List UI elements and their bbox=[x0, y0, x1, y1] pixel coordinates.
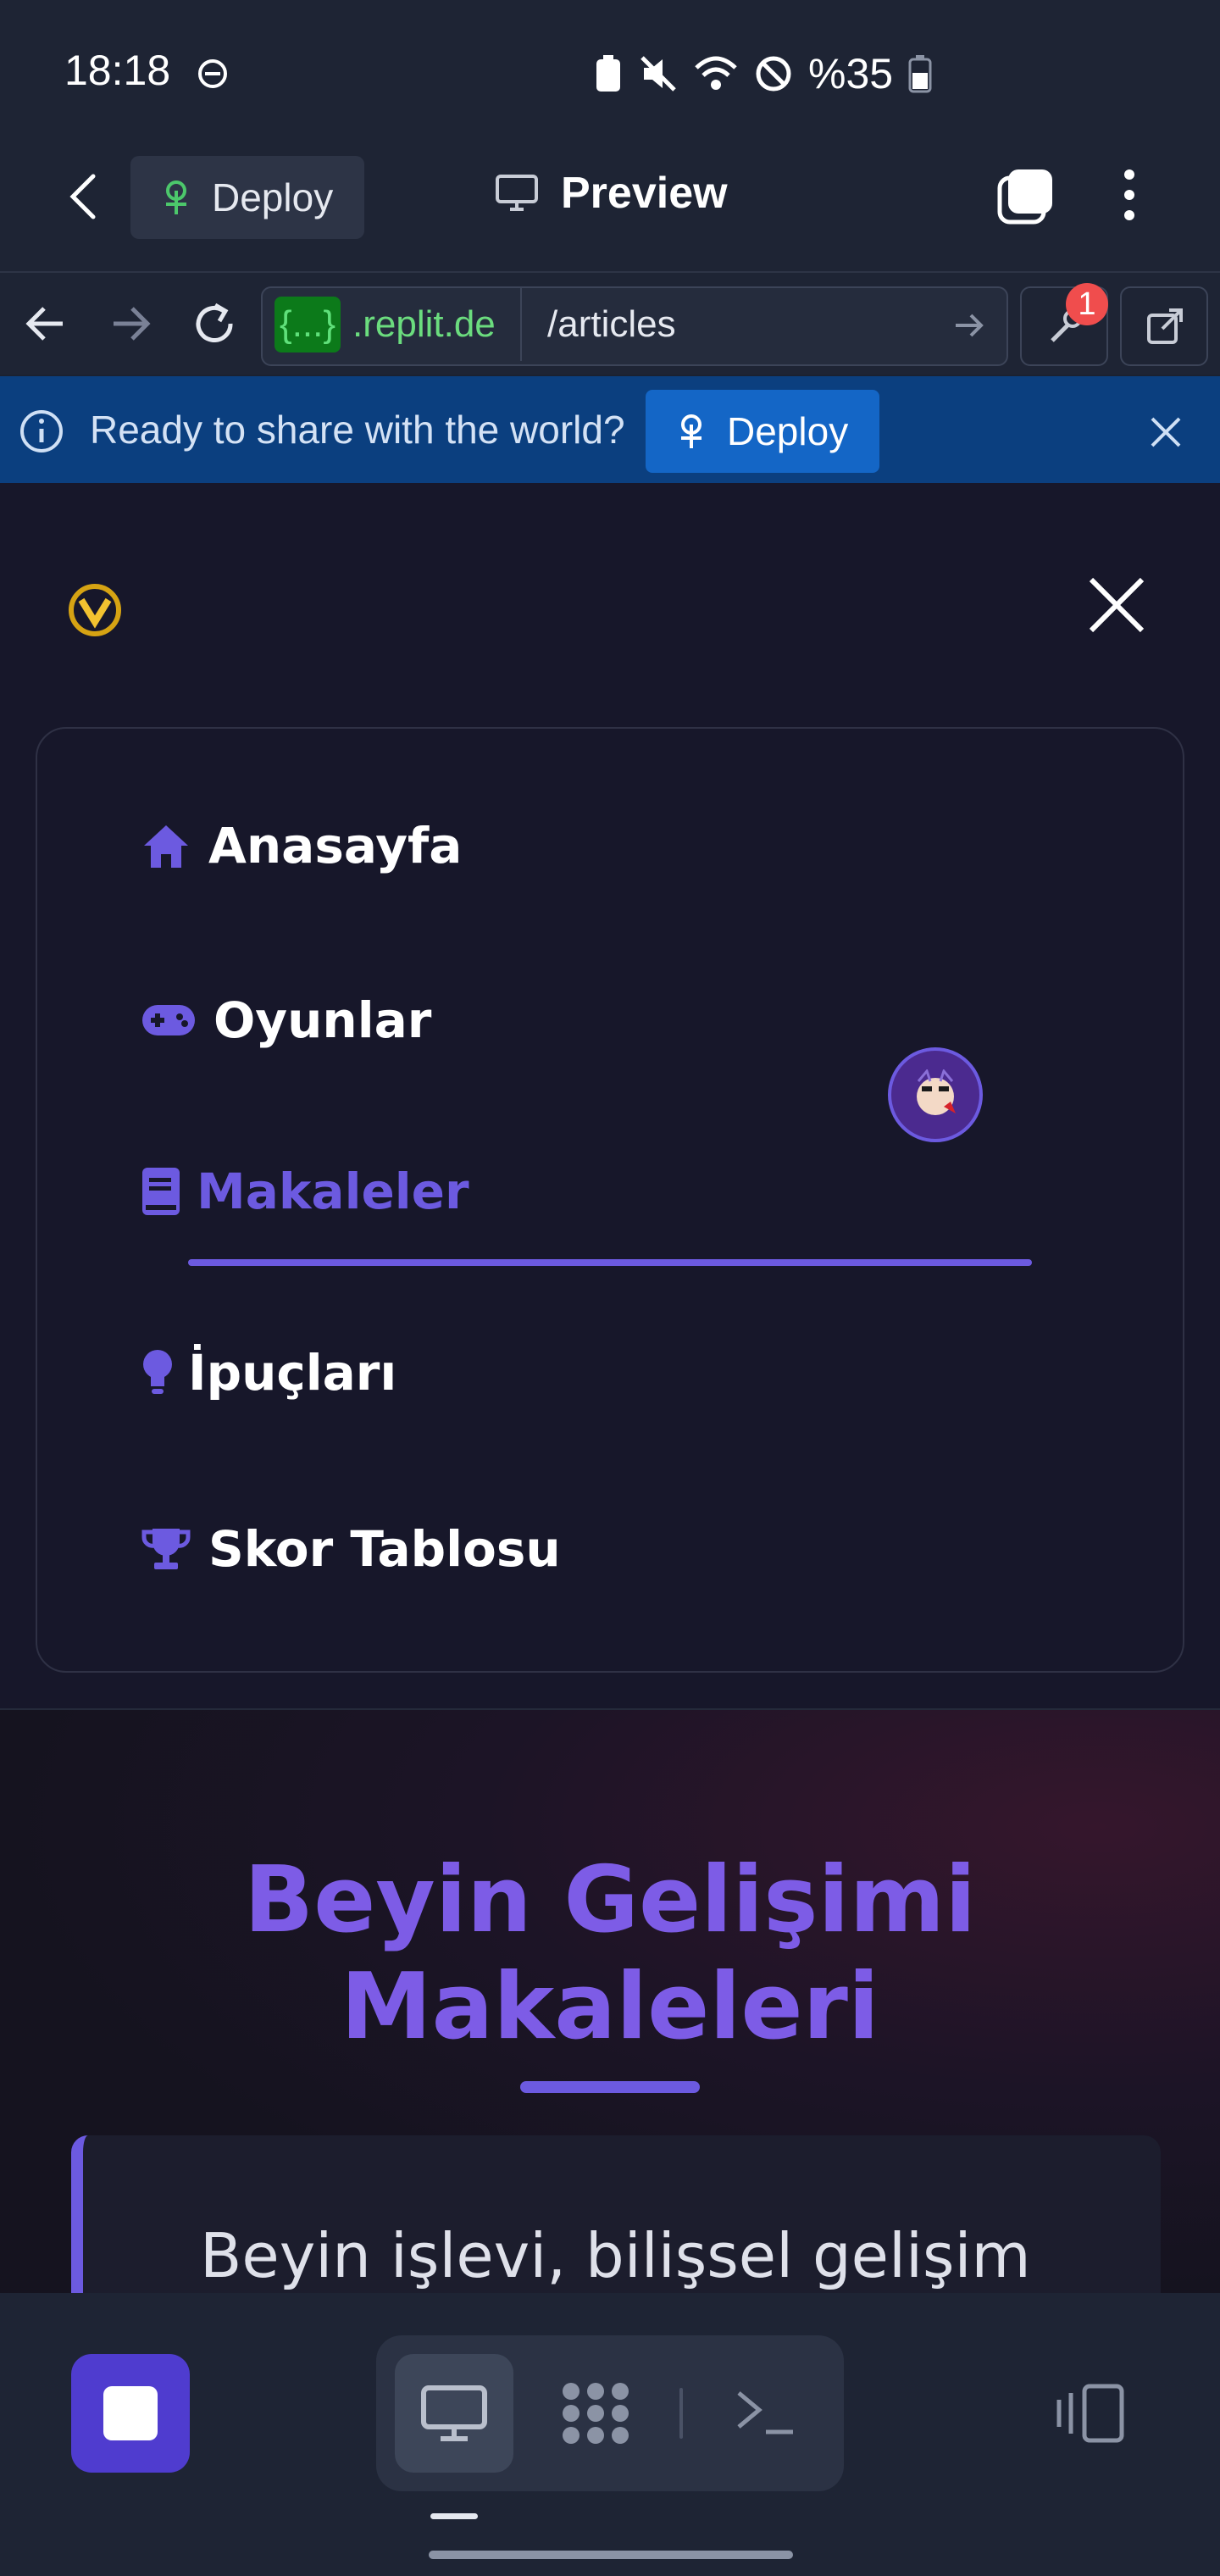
url-host: .replit.de bbox=[352, 303, 496, 345]
book-icon bbox=[142, 1168, 180, 1215]
banner-deploy-button[interactable]: Deploy bbox=[646, 390, 879, 473]
stop-button[interactable] bbox=[71, 2354, 190, 2473]
no-sync-icon bbox=[756, 56, 791, 92]
close-banner-icon[interactable] bbox=[1149, 415, 1183, 449]
trophy-icon bbox=[141, 1529, 191, 1569]
title-underline bbox=[520, 2081, 700, 2093]
nav-item-label: Makaleler bbox=[197, 1163, 469, 1220]
deploy-chip-button[interactable]: Deploy bbox=[130, 156, 364, 239]
lightbulb-icon bbox=[143, 1350, 172, 1394]
nav-item-label: Oyunlar bbox=[214, 991, 432, 1049]
nav-item-label: İpuçları bbox=[188, 1344, 397, 1402]
switcher-divider bbox=[679, 2388, 683, 2439]
status-bar: 18:18 %35 bbox=[0, 0, 1220, 136]
active-underline bbox=[188, 1259, 1032, 1266]
page-title-line-1: Beyin Gelişimi bbox=[243, 1847, 977, 1953]
nav-item-makaleler[interactable]: Makaleler bbox=[141, 1163, 469, 1220]
home-icon bbox=[144, 825, 188, 868]
page-indicator bbox=[430, 2513, 478, 2519]
battery-saver-icon bbox=[596, 55, 620, 92]
gamepad-icon bbox=[142, 1005, 195, 1035]
external-link-icon bbox=[1147, 308, 1183, 344]
deploy-chip-label: Deploy bbox=[212, 175, 334, 219]
go-arrow-icon[interactable] bbox=[952, 310, 986, 341]
deploy-icon bbox=[166, 180, 186, 214]
url-path: /articles bbox=[547, 303, 676, 345]
nav-item-label: Anasayfa bbox=[208, 817, 463, 874]
status-icons: %35 bbox=[593, 49, 932, 98]
browser-back-icon[interactable] bbox=[25, 305, 66, 342]
battery-percent: %35 bbox=[808, 50, 894, 97]
mute-icon bbox=[640, 56, 676, 92]
site-logo[interactable] bbox=[68, 583, 122, 637]
nav-item-skor-tablosu[interactable]: Skor Tablosu bbox=[141, 1520, 561, 1578]
dnd-icon bbox=[198, 59, 227, 88]
monitor-icon bbox=[421, 2385, 487, 2441]
back-icon[interactable] bbox=[66, 173, 102, 220]
status-time: 18:18 bbox=[64, 47, 171, 94]
close-menu-icon[interactable] bbox=[1088, 576, 1145, 634]
wifi-icon bbox=[695, 56, 737, 90]
deploy-icon bbox=[681, 414, 702, 448]
monitor-icon bbox=[496, 175, 538, 211]
banner-message: Ready to share with the world? bbox=[90, 408, 625, 452]
notification-badge: 1 bbox=[1066, 283, 1108, 325]
avatar[interactable] bbox=[888, 1047, 983, 1142]
url-host-token: {...} bbox=[274, 297, 341, 353]
preview-tab-button[interactable] bbox=[395, 2354, 513, 2473]
banner-deploy-label: Deploy bbox=[727, 409, 849, 453]
tabs-icon[interactable] bbox=[996, 166, 1056, 225]
browser-forward-icon[interactable] bbox=[110, 305, 151, 342]
info-icon bbox=[20, 410, 63, 452]
preview-label: Preview bbox=[561, 169, 728, 218]
nav-item-label: Skor Tablosu bbox=[208, 1520, 561, 1578]
nav-item-ipuclari[interactable]: İpuçları bbox=[141, 1344, 396, 1402]
home-handle[interactable] bbox=[429, 2551, 793, 2559]
page-title-line-2: Makaleleri bbox=[341, 1954, 879, 2060]
open-external-button[interactable] bbox=[1120, 286, 1208, 366]
nav-item-anasayfa[interactable]: Anasayfa bbox=[141, 817, 462, 874]
url-divider bbox=[520, 288, 522, 361]
reload-icon[interactable] bbox=[191, 300, 237, 347]
battery-icon bbox=[908, 55, 932, 93]
preview-title: Preview bbox=[495, 168, 728, 219]
nav-item-oyunlar[interactable]: Oyunlar bbox=[141, 991, 431, 1049]
avatar-face-icon bbox=[917, 1069, 956, 1115]
more-vertical-icon[interactable] bbox=[1117, 168, 1142, 222]
stop-icon bbox=[103, 2386, 158, 2440]
panel-toggle-icon[interactable] bbox=[1054, 2381, 1127, 2446]
terminal-icon[interactable] bbox=[734, 2384, 796, 2439]
page-title: Beyin Gelişimi Makaleleri bbox=[0, 1847, 1220, 2061]
intro-text: Beyin işlevi, bilişsel gelişim bbox=[200, 2220, 1031, 2291]
workspace-grid-icon[interactable] bbox=[559, 2379, 632, 2447]
